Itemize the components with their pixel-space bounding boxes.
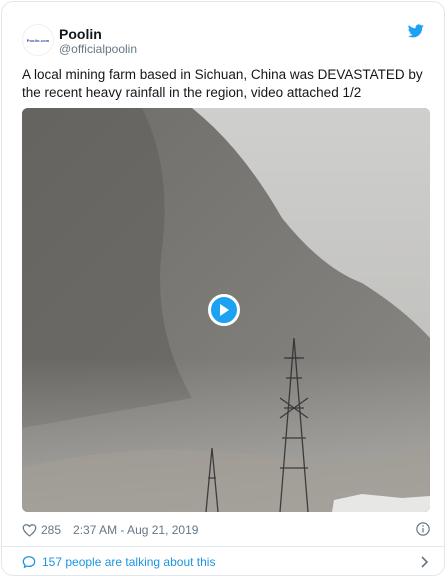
avatar-logo-text: Poolin.com [26,37,50,43]
like-count[interactable]: 285 [41,523,61,537]
play-icon [220,304,229,316]
tweet-meta: 285 2:37 AM - Aug 21, 2019 [22,521,430,539]
twitter-bird-icon[interactable] [408,24,424,38]
heart-icon[interactable] [22,523,37,537]
play-button[interactable] [208,294,240,326]
comment-bubble-icon [22,556,36,569]
author-name[interactable]: Poolin [59,26,102,42]
video-thumbnail[interactable] [22,108,430,512]
timestamp[interactable]: 2:37 AM - Aug 21, 2019 [73,523,198,537]
info-icon[interactable] [416,522,430,536]
avatar[interactable]: Poolin.com [22,24,54,56]
author-handle[interactable]: @officialpoolin [59,42,137,56]
tweet-text: A local mining farm based in Sichuan, Ch… [22,67,423,100]
conversation-link[interactable]: 157 people are talking about this [22,551,430,573]
tweet-card: Poolin.com Poolin @officialpoolin A loca… [1,1,445,576]
divider [2,546,444,547]
conversation-text[interactable]: 157 people are talking about this [42,555,215,569]
chevron-right-icon[interactable] [420,556,430,568]
